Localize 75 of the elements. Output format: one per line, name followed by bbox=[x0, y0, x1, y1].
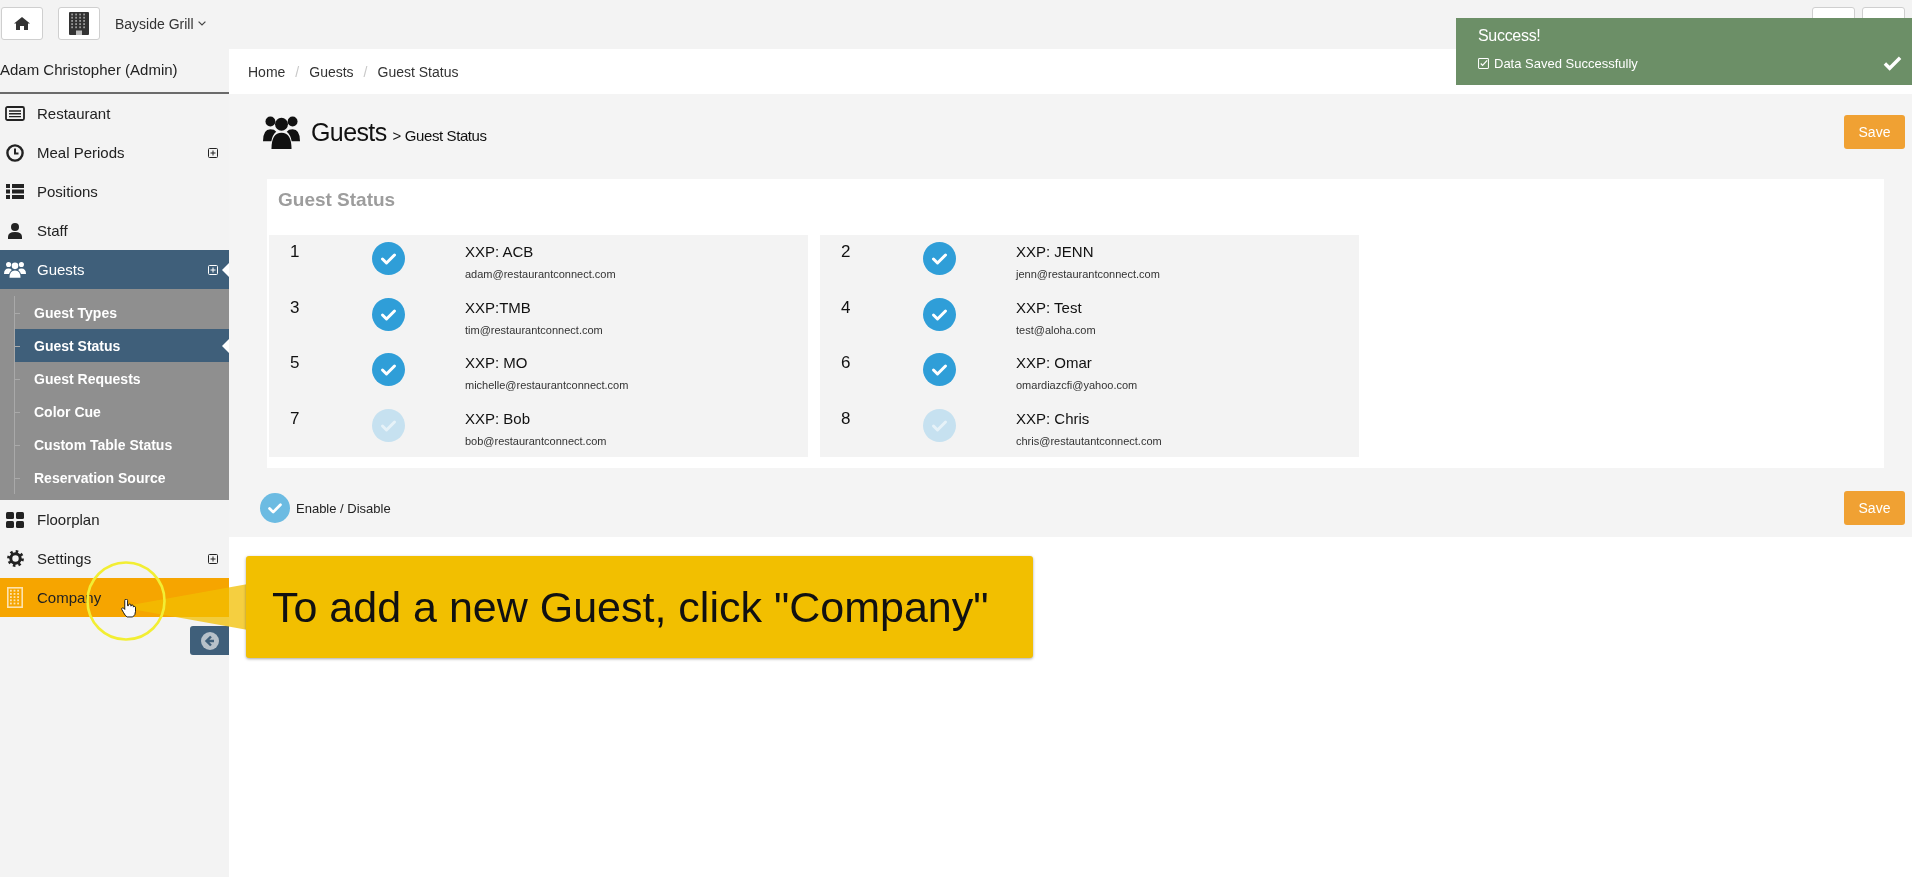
guest-number: 5 bbox=[290, 354, 301, 372]
sidebar-item[interactable]: Settings bbox=[0, 539, 229, 578]
venue-dropdown[interactable]: Bayside Grill bbox=[115, 7, 206, 40]
guest-number: 4 bbox=[841, 298, 852, 317]
expand-icon[interactable] bbox=[208, 553, 218, 564]
home-button[interactable] bbox=[1, 7, 43, 40]
check-circle-icon[interactable] bbox=[923, 297, 956, 331]
guest-number: 3 bbox=[290, 298, 301, 317]
guest-number: 7 bbox=[290, 409, 301, 428]
list-card-icon bbox=[5, 106, 25, 121]
submenu-item[interactable]: Guest Status bbox=[15, 329, 229, 362]
home-icon bbox=[14, 17, 30, 30]
check-circle-icon[interactable] bbox=[923, 353, 956, 386]
guest-email: michelle@restaurantconnect.com bbox=[465, 378, 629, 392]
guest-name: XXP: JENN bbox=[1016, 243, 1095, 261]
guest-name: XXP: MO bbox=[465, 354, 529, 372]
sidebar-item[interactable]: Restaurant bbox=[0, 94, 229, 133]
breadcrumb-separator: / bbox=[363, 63, 368, 80]
bullet-list-icon bbox=[6, 184, 24, 199]
caret-icon bbox=[197, 21, 206, 26]
hand-cursor-icon bbox=[121, 599, 136, 618]
sidebar-item[interactable]: Guests bbox=[0, 250, 229, 289]
building-button[interactable] bbox=[58, 7, 100, 40]
toast-message: Data Saved Successfully bbox=[1494, 55, 1638, 71]
expand-icon[interactable] bbox=[208, 147, 218, 158]
guest-email: adam@restaurantconnect.com bbox=[465, 267, 616, 281]
sidebar-item[interactable]: Floorplan bbox=[0, 500, 229, 539]
card-title: Guest Status bbox=[277, 188, 397, 212]
check-icon bbox=[1883, 55, 1902, 71]
arrow-circle-left-icon bbox=[200, 631, 219, 650]
guest-email: jenn@restaurantconnect.com bbox=[1016, 267, 1160, 281]
page-subtitle: > Guest Status bbox=[392, 126, 487, 144]
settings-icon bbox=[6, 550, 24, 567]
guest-email: tim@restaurantconnect.com bbox=[465, 322, 603, 337]
people-icon bbox=[4, 261, 26, 278]
page-title: Guests bbox=[311, 117, 387, 147]
guest-name: XXP: Omar bbox=[1016, 354, 1093, 372]
guest-number: 1 bbox=[290, 243, 301, 261]
check-circle-icon[interactable] bbox=[923, 408, 956, 442]
breadcrumb-link[interactable]: Home bbox=[248, 63, 286, 80]
guest-email: bob@restaurantconnect.com bbox=[465, 433, 607, 448]
grid-icon bbox=[6, 511, 24, 528]
guest-number: 2 bbox=[841, 243, 852, 261]
people-icon bbox=[263, 115, 300, 149]
breadcrumb-separator: / bbox=[295, 63, 300, 80]
breadcrumb-current: Guest Status bbox=[377, 63, 459, 80]
guest-name: XXP: Bob bbox=[465, 409, 532, 428]
sidebar-item[interactable]: Staff bbox=[0, 211, 229, 250]
sidebar-item[interactable]: Meal Periods bbox=[0, 133, 229, 172]
check-circle-icon bbox=[260, 493, 290, 523]
check-circle-icon[interactable] bbox=[372, 242, 405, 275]
guest-name: XXP: Chris bbox=[1016, 409, 1091, 428]
guest-number: 6 bbox=[841, 354, 852, 372]
sidebar-item[interactable]: Positions bbox=[0, 172, 229, 211]
instruction-callout: To add a new Guest, click "Company" bbox=[246, 556, 1033, 658]
checkbox-icon bbox=[1478, 57, 1489, 69]
breadcrumb-link[interactable]: Guests bbox=[309, 63, 354, 80]
clock-icon bbox=[6, 143, 24, 162]
guest-name: XXP: ACB bbox=[465, 243, 535, 261]
person-icon bbox=[8, 222, 22, 239]
legend-label: Enable / Disable bbox=[296, 500, 391, 516]
check-circle-icon[interactable] bbox=[372, 297, 405, 331]
check-circle-icon[interactable] bbox=[923, 242, 956, 275]
building-icon bbox=[7, 587, 23, 608]
toast-title: Success! bbox=[1478, 26, 1542, 46]
check-circle-icon[interactable] bbox=[372, 408, 405, 442]
guest-email: omardiazcfi@yahoo.com bbox=[1016, 378, 1138, 392]
guest-email: test@aloha.com bbox=[1016, 322, 1096, 337]
guest-number: 8 bbox=[841, 409, 852, 428]
guest-name: XXP: Test bbox=[1016, 298, 1083, 317]
collapse-button[interactable] bbox=[190, 626, 229, 655]
check-circle-icon[interactable] bbox=[372, 353, 405, 386]
building-icon bbox=[69, 12, 89, 35]
guest-name: XXP:TMB bbox=[465, 298, 532, 317]
guest-email: chris@restautantconnect.com bbox=[1016, 433, 1162, 448]
